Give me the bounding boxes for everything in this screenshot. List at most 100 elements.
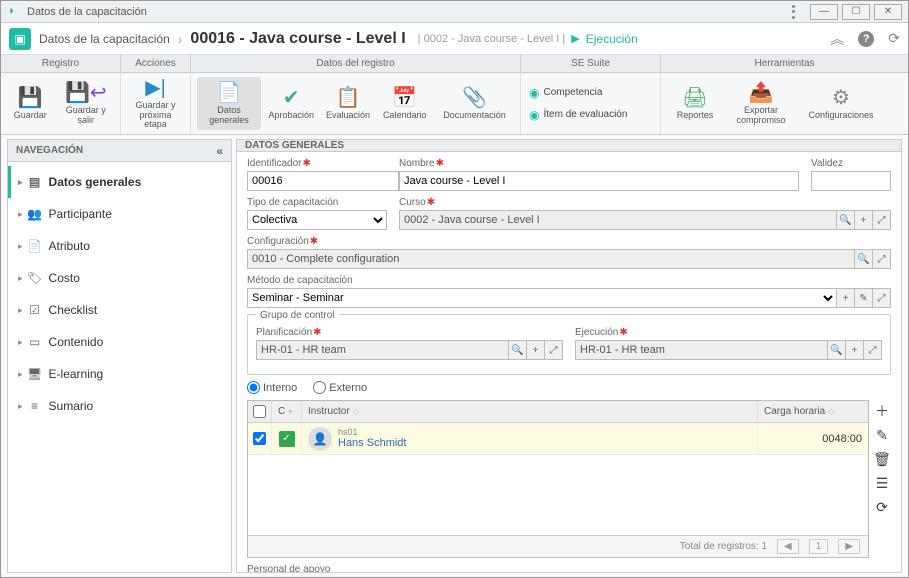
nav-item-costo[interactable]: ▸🏷Costo bbox=[8, 262, 231, 294]
refresh-icon[interactable]: ⟳ bbox=[888, 30, 900, 47]
nav-header: NAVEGACIÓN « bbox=[8, 140, 231, 162]
select-metodo[interactable]: Seminar - Seminar bbox=[247, 288, 837, 308]
label-planificacion: Planificación✱ bbox=[256, 327, 563, 338]
reports-button[interactable]: 🖨Reportes bbox=[667, 77, 723, 130]
nav-item-datos-generales[interactable]: ▸▤Datos generales bbox=[8, 166, 231, 198]
play-icon: ▶ bbox=[571, 32, 579, 45]
expand-icon[interactable]: ⤢ bbox=[864, 340, 882, 360]
titlebar: ◑ Datos de la capacitación — ☐ ✕ bbox=[1, 1, 908, 23]
grid-header: C▾ Instructor◇ Carga horaria◇ bbox=[248, 401, 868, 423]
window-controls: — ☐ ✕ bbox=[810, 4, 902, 20]
input-curso bbox=[399, 210, 837, 230]
next-page-button[interactable]: ▶ bbox=[838, 539, 860, 554]
select-tipo[interactable]: Colectiva bbox=[247, 210, 387, 230]
save-next-button[interactable]: ▶|Guardar y próxima etapa bbox=[127, 77, 184, 130]
grid-side-toolbar: ＋ ✎ 🗑 ☰ ⟳ bbox=[869, 400, 891, 558]
avatar: 👤 bbox=[308, 427, 332, 451]
instructor-grid: C▾ Instructor◇ Carga horaria◇ ✓ 👤 hs01 bbox=[247, 400, 869, 558]
expand-icon[interactable]: ⤢ bbox=[873, 210, 891, 230]
table-row[interactable]: ✓ 👤 hs01 Hans Schmidt 0048:00 bbox=[248, 423, 868, 455]
app-window: ◑ Datos de la capacitación — ☐ ✕ ▣ Datos… bbox=[0, 0, 909, 578]
chevron-right-icon: › bbox=[178, 31, 183, 47]
label-metodo: Método de capacitación bbox=[247, 275, 891, 286]
nav-item-elearning[interactable]: ▸🖥E-learning bbox=[8, 358, 231, 390]
fieldset-grupo-control: Grupo de control Planificación✱ 🔍 + ⤢ bbox=[247, 314, 891, 375]
close-button[interactable]: ✕ bbox=[874, 4, 902, 20]
edit-row-icon[interactable]: ✎ bbox=[873, 426, 891, 444]
approval-button[interactable]: ✔Aprobación bbox=[265, 77, 318, 130]
add-icon[interactable]: + bbox=[846, 340, 864, 360]
instructor-grid-wrap: C▾ Instructor◇ Carga horaria◇ ✓ 👤 hs01 bbox=[247, 400, 891, 558]
add-row-icon[interactable]: ＋ bbox=[873, 402, 891, 420]
kebab-menu-icon[interactable] bbox=[786, 5, 800, 19]
ribbon-group-labels: Registro Acciones Datos del registro SE … bbox=[1, 55, 908, 73]
collapse-nav-icon[interactable]: « bbox=[216, 144, 223, 158]
expand-icon[interactable]: ⤢ bbox=[873, 288, 891, 308]
breadcrumb: ▣ Datos de la capacitación › 00016 - Jav… bbox=[1, 23, 908, 55]
row-checkbox[interactable] bbox=[253, 432, 266, 445]
navigation-panel: NAVEGACIÓN « ▸▤Datos generales ▸👥Partici… bbox=[7, 139, 232, 573]
input-nombre[interactable] bbox=[399, 171, 799, 191]
search-icon[interactable]: 🔍 bbox=[837, 210, 855, 230]
calendar-button[interactable]: 📅Calendario bbox=[378, 77, 431, 130]
ribbon-group-suite: SE Suite bbox=[521, 55, 661, 72]
add-icon[interactable]: + bbox=[837, 288, 855, 308]
search-icon[interactable]: 🔍 bbox=[828, 340, 846, 360]
save-exit-button[interactable]: 💾↩Guardar y salir bbox=[58, 77, 114, 130]
grid-header-c[interactable]: C▾ bbox=[272, 401, 302, 422]
label-curso: Curso✱ bbox=[399, 197, 891, 208]
nav-item-checklist[interactable]: ▸☑Checklist bbox=[8, 294, 231, 326]
settings-button[interactable]: ⚙Configuraciones bbox=[799, 77, 883, 130]
documentation-button[interactable]: 📎Documentación bbox=[435, 77, 514, 130]
eval-item-link[interactable]: ◉Ítem de evaluación bbox=[525, 105, 656, 125]
competency-link[interactable]: ◉Competencia bbox=[525, 83, 656, 103]
grid-header-carga[interactable]: Carga horaria◇ bbox=[758, 401, 868, 422]
search-icon[interactable]: 🔍 bbox=[855, 249, 873, 269]
general-data-button[interactable]: 📄Datos generales bbox=[197, 77, 261, 130]
row-name[interactable]: Hans Schmidt bbox=[338, 437, 406, 449]
total-records: Total de registros: 1 bbox=[680, 541, 767, 552]
expand-icon[interactable]: ⤢ bbox=[873, 249, 891, 269]
nav-item-sumario[interactable]: ▸≡Sumario bbox=[8, 390, 231, 422]
nav-item-participante[interactable]: ▸👥Participante bbox=[8, 198, 231, 230]
nav-item-contenido[interactable]: ▸▭Contenido bbox=[8, 326, 231, 358]
chevron-up-down-icon[interactable]: ︽ bbox=[830, 29, 844, 49]
maximize-button[interactable]: ☐ bbox=[842, 4, 870, 20]
delete-row-icon[interactable]: 🗑 bbox=[873, 450, 891, 468]
search-icon[interactable]: 🔍 bbox=[509, 340, 527, 360]
page-number[interactable]: 1 bbox=[809, 539, 829, 554]
prev-page-button[interactable]: ◀ bbox=[777, 539, 799, 554]
expand-icon[interactable]: ⤢ bbox=[545, 340, 563, 360]
edit-icon[interactable]: ✎ bbox=[855, 288, 873, 308]
evaluation-button[interactable]: 📋Evaluación bbox=[322, 77, 375, 130]
help-icon[interactable]: ? bbox=[858, 31, 874, 47]
window-title: Datos de la capacitación bbox=[27, 6, 786, 18]
export-button[interactable]: 📤Exportar compromiso bbox=[727, 77, 795, 130]
legend-grupo-control: Grupo de control bbox=[256, 310, 339, 321]
label-personal-apoyo: Personal de apoyo bbox=[247, 564, 891, 573]
add-icon[interactable]: + bbox=[527, 340, 545, 360]
breadcrumb-section[interactable]: Datos de la capacitación bbox=[39, 32, 170, 46]
ribbon-group-registro: Registro bbox=[1, 55, 121, 72]
grid-header-instructor[interactable]: Instructor◇ bbox=[302, 401, 758, 422]
label-configuracion: Configuración✱ bbox=[247, 236, 891, 247]
input-ejecucion bbox=[575, 340, 828, 360]
nav-item-atributo[interactable]: ▸📄Atributo bbox=[8, 230, 231, 262]
input-identificador[interactable] bbox=[247, 171, 399, 191]
list-icon[interactable]: ☰ bbox=[873, 474, 891, 492]
row-horas: 0048:00 bbox=[758, 423, 868, 454]
content-header: DATOS GENERALES bbox=[237, 140, 901, 152]
grid-header-checkbox[interactable] bbox=[248, 401, 272, 422]
minimize-button[interactable]: — bbox=[810, 4, 838, 20]
radio-externo[interactable]: Externo bbox=[313, 381, 367, 394]
add-icon[interactable]: + bbox=[855, 210, 873, 230]
grid-footer: Total de registros: 1 ◀ 1 ▶ bbox=[248, 535, 868, 557]
breadcrumb-stage[interactable]: Ejecución bbox=[586, 32, 638, 46]
input-validez[interactable] bbox=[811, 171, 891, 191]
refresh-grid-icon[interactable]: ⟳ bbox=[873, 498, 891, 516]
radio-interno[interactable]: Interno bbox=[247, 381, 297, 394]
row-id: hs01 bbox=[338, 428, 406, 438]
input-planificacion bbox=[256, 340, 509, 360]
save-button[interactable]: 💾Guardar bbox=[7, 77, 54, 130]
module-icon: ▣ bbox=[9, 28, 31, 50]
